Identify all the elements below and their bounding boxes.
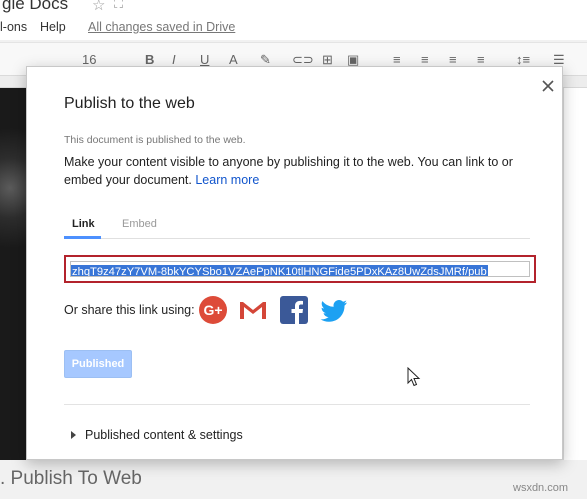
facebook-icon[interactable] xyxy=(279,295,309,325)
underline-icon[interactable]: U xyxy=(200,52,209,67)
publish-tabs: Link Embed xyxy=(64,215,530,239)
font-size-select[interactable]: 16 xyxy=(82,52,96,67)
bold-icon[interactable]: B xyxy=(145,52,154,67)
published-settings-toggle[interactable]: Published content & settings xyxy=(71,428,243,442)
active-tab-indicator xyxy=(64,236,101,239)
menu-addons[interactable]: l-ons xyxy=(0,20,27,34)
published-status-note: This document is published to the web. xyxy=(64,134,246,146)
document-image xyxy=(0,88,26,460)
star-icon[interactable]: ☆ xyxy=(92,0,105,14)
learn-more-link[interactable]: Learn more xyxy=(195,173,259,187)
published-button[interactable]: Published xyxy=(64,350,132,378)
link-url-field[interactable]: zhqT9z47zY7VM-8bkYCYSbo1VZAePpNK10tlHNGF… xyxy=(70,261,530,277)
dialog-title: Publish to the web xyxy=(64,95,195,112)
line-spacing-icon[interactable]: ↕≡ xyxy=(516,52,530,67)
menubar: l-ons Help All changes saved in Drive xyxy=(0,18,587,40)
tab-link[interactable]: Link xyxy=(72,218,95,230)
save-status-link[interactable]: All changes saved in Drive xyxy=(88,20,235,34)
app-header: gle Docs ☆ ⛶ xyxy=(0,0,587,18)
document-page-edge xyxy=(563,88,587,460)
menu-help[interactable]: Help xyxy=(40,20,66,34)
italic-icon[interactable]: I xyxy=(172,52,176,67)
text-color-icon[interactable]: A xyxy=(229,52,238,67)
publish-dialog: Publish to the web This document is publ… xyxy=(26,66,563,460)
align-right-icon[interactable]: ≡ xyxy=(449,52,457,67)
document-title[interactable]: gle Docs xyxy=(2,0,68,14)
align-left-icon[interactable]: ≡ xyxy=(393,52,401,67)
dialog-description: Make your content visible to anyone by p… xyxy=(64,153,534,189)
document-heading: . Publish To Web xyxy=(0,468,142,489)
expand-triangle-icon xyxy=(71,431,76,439)
mouse-cursor-icon xyxy=(407,367,421,387)
justify-icon[interactable]: ≡ xyxy=(477,52,485,67)
description-text: Make your content visible to anyone by p… xyxy=(64,155,513,187)
move-to-folder-icon[interactable]: ⛶ xyxy=(114,0,123,12)
share-label: Or share this link using: xyxy=(64,303,195,317)
link-url-text: zhqT9z47zY7VM-8bkYCYSbo1VZAePpNK10tlHNGF… xyxy=(71,265,488,277)
twitter-icon[interactable] xyxy=(319,295,349,325)
section-divider xyxy=(64,404,530,405)
watermark: wsxdn.com xyxy=(513,482,569,494)
google-plus-icon[interactable]: G+ xyxy=(198,295,228,325)
published-settings-label: Published content & settings xyxy=(85,428,243,442)
gmail-icon[interactable] xyxy=(238,295,268,325)
tab-embed[interactable]: Embed xyxy=(122,218,157,230)
align-center-icon[interactable]: ≡ xyxy=(421,52,429,67)
link-highlight-box: zhqT9z47zY7VM-8bkYCYSbo1VZAePpNK10tlHNGF… xyxy=(64,255,536,283)
svg-text:G+: G+ xyxy=(204,302,223,318)
close-icon[interactable] xyxy=(539,77,557,95)
